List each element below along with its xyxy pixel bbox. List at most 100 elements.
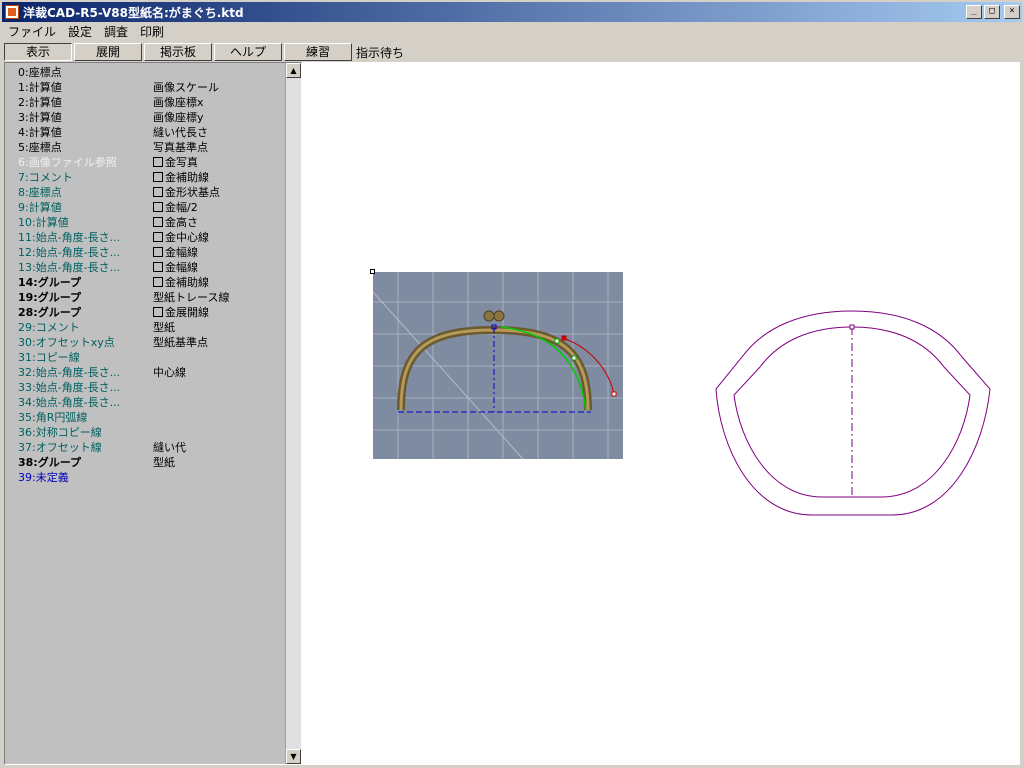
list-item[interactable]: 11:始点-角度-長さ... 金中心線 — [5, 230, 286, 245]
visibility-checkbox[interactable] — [153, 202, 163, 212]
list-item-name: 10:計算値 — [18, 216, 69, 229]
expand-button[interactable]: 展開 — [74, 43, 142, 61]
list-item-name: 4:計算値 — [18, 126, 62, 139]
list-scrollbar[interactable]: ▲ ▼ — [285, 63, 301, 764]
list-item[interactable]: 9:計算値 金幅/2 — [5, 200, 286, 215]
list-item-name: 11:始点-角度-長さ... — [18, 231, 121, 244]
list-item-name: 2:計算値 — [18, 96, 62, 109]
list-item-value — [153, 395, 286, 410]
list-item[interactable]: 4:計算値 縫い代長さ — [5, 125, 286, 140]
list-item-name: 5:座標点 — [18, 141, 62, 154]
close-button[interactable]: × — [1004, 5, 1020, 19]
photo-anchor-handle[interactable] — [370, 269, 375, 274]
menu-settings[interactable]: 設定 — [62, 23, 98, 40]
list-item-name: 0:座標点 — [18, 66, 62, 79]
list-item[interactable]: 29:コメント 型紙 — [5, 320, 286, 335]
list-item-value-text: 金幅線 — [165, 246, 198, 259]
clasp-knob-left — [483, 310, 495, 322]
list-item-value-text: 金幅/2 — [165, 201, 198, 214]
visibility-checkbox[interactable] — [153, 247, 163, 257]
trace-point-1 — [554, 338, 560, 344]
list-item-value — [153, 425, 286, 440]
list-item[interactable]: 5:座標点 写真基準点 — [5, 140, 286, 155]
list-item-name: 32:始点-角度-長さ... — [18, 366, 121, 379]
bulletin-button[interactable]: 掲示板 — [144, 43, 212, 61]
list-item-value — [153, 410, 286, 425]
element-list[interactable]: 0:座標点 1:計算値 画像スケール 2:計算値 画像座標x 3:計算値 画像座標y 4:計算… — [5, 63, 286, 764]
minimize-button[interactable]: _ — [966, 5, 982, 19]
list-item[interactable]: 38:グループ 型紙 — [5, 455, 286, 470]
menu-bar: ファイル 設定 調査 印刷 — [2, 22, 1022, 41]
list-item-value-text: 型紙トレース線 — [153, 291, 230, 304]
visibility-checkbox[interactable] — [153, 172, 163, 182]
list-item-name: 38:グループ — [18, 456, 82, 469]
list-item[interactable]: 1:計算値 画像スケール — [5, 80, 286, 95]
list-item-value-text: 画像スケール — [153, 81, 219, 94]
trace-point-2 — [571, 355, 577, 361]
list-item[interactable]: 33:始点-角度-長さ... — [5, 380, 286, 395]
list-item-value-text: 金写真 — [165, 156, 198, 169]
visibility-checkbox[interactable] — [153, 307, 163, 317]
list-item[interactable]: 10:計算値 金高さ — [5, 215, 286, 230]
arrow-up-icon[interactable]: ▲ — [286, 63, 301, 78]
visibility-checkbox[interactable] — [153, 277, 163, 287]
list-item[interactable]: 37:オフセット線 縫い代 — [5, 440, 286, 455]
list-item-value: 金幅線 — [153, 260, 286, 275]
list-item[interactable]: 2:計算値 画像座標x — [5, 95, 286, 110]
list-item[interactable]: 3:計算値 画像座標y — [5, 110, 286, 125]
maximize-button[interactable]: □ — [984, 5, 1000, 19]
list-item-value: 型紙 — [153, 455, 286, 470]
list-item[interactable]: 32:始点-角度-長さ... 中心線 — [5, 365, 286, 380]
practice-button[interactable]: 練習 — [284, 43, 352, 61]
list-item[interactable]: 7:コメント 金補助線 — [5, 170, 286, 185]
drawing-canvas[interactable] — [302, 62, 1020, 765]
menu-survey[interactable]: 調査 — [98, 23, 134, 40]
list-item[interactable]: 39:未定義 — [5, 470, 286, 485]
list-item[interactable]: 34:始点-角度-長さ... — [5, 395, 286, 410]
list-item[interactable]: 13:始点-角度-長さ... 金幅線 — [5, 260, 286, 275]
visibility-checkbox[interactable] — [153, 187, 163, 197]
list-item-value: 中心線 — [153, 365, 286, 380]
visibility-checkbox[interactable] — [153, 157, 163, 167]
visibility-checkbox[interactable] — [153, 232, 163, 242]
arrow-down-icon[interactable]: ▼ — [286, 749, 301, 764]
expand-point-1 — [561, 335, 567, 341]
list-item[interactable]: 19:グループ 型紙トレース線 — [5, 290, 286, 305]
list-item-value-text: 写真基準点 — [153, 141, 208, 154]
list-item[interactable]: 35:角R円弧線 — [5, 410, 286, 425]
list-item-name: 9:計算値 — [18, 201, 62, 214]
list-item-value: 金写真 — [153, 155, 286, 170]
list-item-name: 37:オフセット線 — [18, 441, 102, 454]
expand-point-2 — [611, 391, 617, 397]
list-item-name: 34:始点-角度-長さ... — [18, 396, 121, 409]
help-button[interactable]: ヘルプ — [214, 43, 282, 61]
list-item[interactable]: 6:画像ファイル参照 金写真 — [5, 155, 286, 170]
app-icon[interactable] — [5, 5, 19, 19]
list-item[interactable]: 36:対称コピー線 — [5, 425, 286, 440]
list-item[interactable]: 0:座標点 — [5, 65, 286, 80]
list-item-value: 金展開線 — [153, 305, 286, 320]
list-item-value: 金補助線 — [153, 170, 286, 185]
list-item-value-text: 金補助線 — [165, 171, 209, 184]
visibility-checkbox[interactable] — [153, 217, 163, 227]
list-item-value-text: 金形状基点 — [165, 186, 220, 199]
list-item-value: 金高さ — [153, 215, 286, 230]
menu-print[interactable]: 印刷 — [134, 23, 170, 40]
list-item-value: 縫い代 — [153, 440, 286, 455]
list-item[interactable]: 12:始点-角度-長さ... 金幅線 — [5, 245, 286, 260]
list-item-value: 型紙 — [153, 320, 286, 335]
view-button[interactable]: 表示 — [4, 43, 72, 61]
list-item[interactable]: 8:座標点 金形状基点 — [5, 185, 286, 200]
list-item[interactable]: 14:グループ 金補助線 — [5, 275, 286, 290]
list-item-value: 金中心線 — [153, 230, 286, 245]
list-item[interactable]: 31:コピー線 — [5, 350, 286, 365]
visibility-checkbox[interactable] — [153, 262, 163, 272]
list-item[interactable]: 28:グループ 金展開線 — [5, 305, 286, 320]
list-item-value-text: 画像座標x — [153, 96, 204, 109]
title-bar[interactable]: 洋裁CAD-R5-V88型紙名:がまぐち.ktd _ □ × — [2, 2, 1022, 22]
menu-file[interactable]: ファイル — [2, 23, 62, 40]
list-item-name: 35:角R円弧線 — [18, 411, 88, 424]
list-item-value-text: 型紙基準点 — [153, 336, 208, 349]
list-item[interactable]: 30:オフセットxy点 型紙基準点 — [5, 335, 286, 350]
list-item-value: 金補助線 — [153, 275, 286, 290]
